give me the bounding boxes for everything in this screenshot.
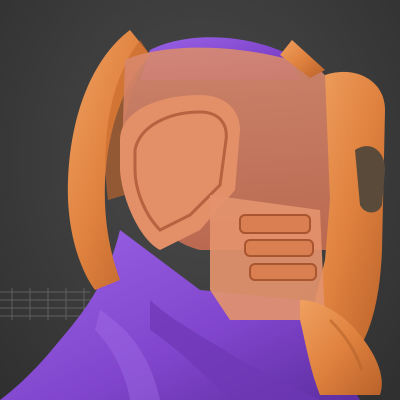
- 3d-viewport[interactable]: [0, 0, 400, 400]
- viewport-canvas[interactable]: [0, 0, 400, 400]
